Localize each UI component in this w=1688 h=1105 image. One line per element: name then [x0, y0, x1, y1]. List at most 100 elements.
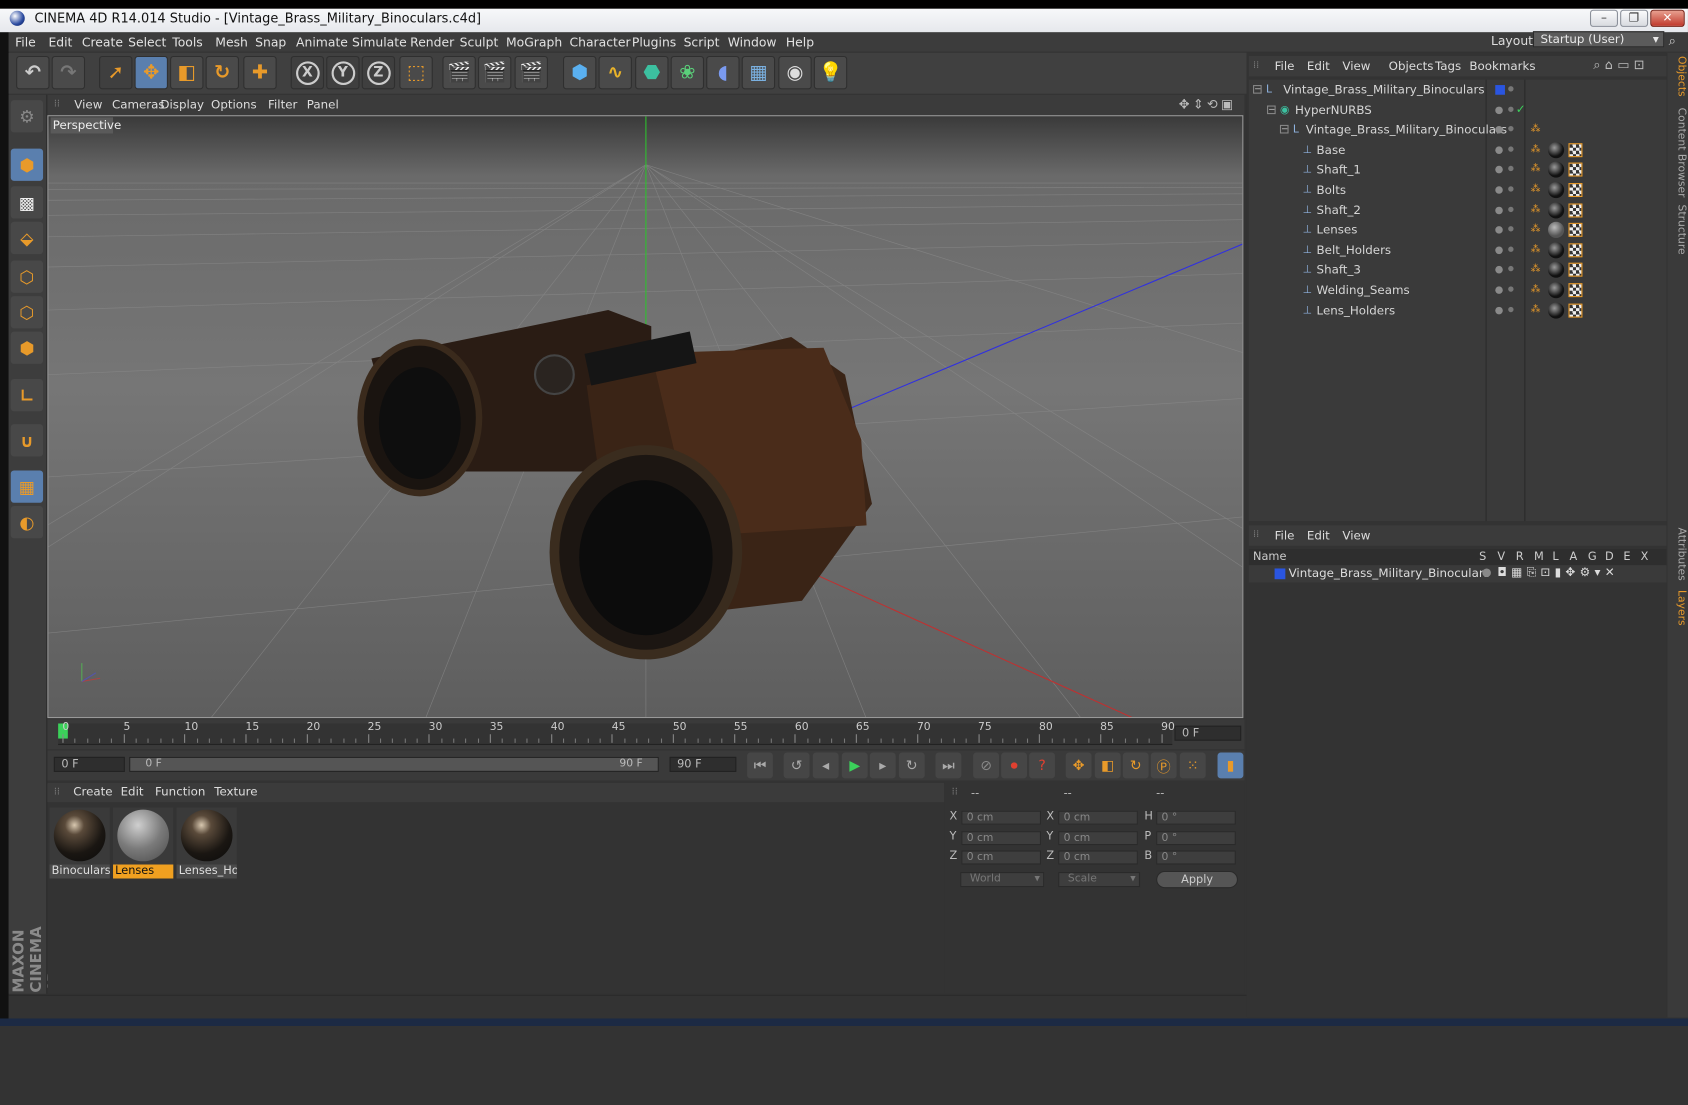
- 3d-viewport[interactable]: [47, 115, 1244, 719]
- object-row[interactable]: − L Vintage_Brass_Military_Binoculars: [1249, 81, 1665, 100]
- next-frame-button[interactable]: ▸: [869, 752, 896, 779]
- layer-column-name[interactable]: Name: [1253, 550, 1286, 563]
- material-tag-icon[interactable]: [1548, 242, 1565, 259]
- move-tool-button[interactable]: ✥: [134, 55, 168, 90]
- layer-column-d[interactable]: D: [1605, 550, 1614, 563]
- texture-mode-button[interactable]: ▩: [10, 186, 44, 219]
- render-visibility-dot[interactable]: [1508, 166, 1514, 172]
- editor-visibility-dot[interactable]: [1495, 166, 1503, 174]
- phong-tag-icon[interactable]: ⁂: [1531, 124, 1541, 135]
- recent-tool-button[interactable]: ✚: [243, 55, 277, 90]
- object-row[interactable]: ⊥ Bolts ⁂: [1249, 181, 1665, 200]
- render-visibility-dot[interactable]: [1508, 286, 1514, 292]
- record-keys-button[interactable]: ⊘: [973, 752, 999, 779]
- menu-create[interactable]: Create: [82, 34, 123, 49]
- object-menu-view[interactable]: View: [1342, 59, 1370, 73]
- phong-tag-icon[interactable]: ⁂: [1531, 144, 1541, 155]
- nurbs-button[interactable]: ⬣: [635, 55, 669, 90]
- range-slider[interactable]: 0 F 90 F: [129, 756, 659, 772]
- coord-value-field[interactable]: 0 cm: [961, 850, 1041, 865]
- rotation-key-button[interactable]: ↻: [1122, 752, 1149, 779]
- previous-key-button[interactable]: ↺: [783, 752, 810, 779]
- editor-visibility-dot[interactable]: [1495, 266, 1503, 274]
- layout-dropdown[interactable]: Startup (User) ▾: [1532, 31, 1665, 48]
- coord-value-field[interactable]: 0 cm: [961, 830, 1041, 845]
- coord-value-field[interactable]: 0 °: [1156, 810, 1236, 825]
- expand-toggle-icon[interactable]: −: [1267, 105, 1276, 114]
- object-row[interactable]: ⊥ Welding_Seams ⁂: [1249, 281, 1665, 300]
- layer-menu-file[interactable]: File: [1275, 529, 1295, 543]
- editor-visibility-dot[interactable]: [1495, 106, 1503, 114]
- tab-structure[interactable]: Structure: [1669, 205, 1687, 255]
- render-visibility-dot[interactable]: [1508, 186, 1514, 192]
- layer-column-l[interactable]: L: [1552, 550, 1558, 563]
- material-menu-function[interactable]: Function: [155, 785, 205, 799]
- coord-value-field[interactable]: 0 °: [1156, 830, 1236, 845]
- expand-toggle-icon[interactable]: −: [1279, 125, 1289, 134]
- menu-help[interactable]: Help: [786, 34, 814, 49]
- object-row[interactable]: ⊥ Shaft_3 ⁂: [1249, 261, 1665, 280]
- coordinate-space-dropdown[interactable]: World ▾: [960, 872, 1045, 888]
- uvw-tag-icon[interactable]: [1568, 142, 1583, 157]
- rotate-tool-button[interactable]: ↻: [205, 55, 239, 90]
- render-visibility-dot[interactable]: [1508, 106, 1514, 112]
- search-icon[interactable]: ⌕: [1669, 33, 1676, 49]
- tab-layers[interactable]: Layers: [1669, 590, 1687, 626]
- render-visibility-dot[interactable]: [1508, 246, 1514, 252]
- object-row[interactable]: ⊥ Lens_Holders ⁂: [1249, 301, 1665, 320]
- edges-mode-button[interactable]: ⬡: [10, 296, 44, 329]
- parameter-key-button[interactable]: Ⓟ: [1150, 752, 1177, 779]
- z-axis-button[interactable]: Z: [361, 55, 396, 90]
- maximize-button[interactable]: ❐: [1620, 9, 1649, 27]
- previous-frame-button[interactable]: ◂: [812, 752, 839, 779]
- render-settings-button[interactable]: 🎬: [514, 55, 548, 90]
- play-button[interactable]: ▶: [841, 752, 868, 779]
- material-menu-create[interactable]: Create: [73, 785, 112, 799]
- tab-objects[interactable]: Objects: [1669, 56, 1687, 97]
- layer-column-x[interactable]: X: [1641, 550, 1649, 563]
- model-mode-button[interactable]: ⬢: [10, 148, 44, 181]
- pla-key-button[interactable]: ⁙: [1179, 752, 1206, 779]
- uvw-tag-icon[interactable]: [1568, 183, 1583, 198]
- tab-content-browser[interactable]: Content Browser: [1669, 108, 1687, 198]
- make-editable-button[interactable]: ⚙: [10, 100, 44, 133]
- editor-visibility-dot[interactable]: [1495, 306, 1503, 314]
- redo-button[interactable]: ↷: [51, 55, 86, 90]
- deformer-button[interactable]: ◖: [706, 55, 740, 90]
- layer-column-g[interactable]: G: [1588, 550, 1597, 563]
- close-button[interactable]: ✕: [1650, 9, 1685, 27]
- menu-animate[interactable]: Animate: [296, 34, 348, 49]
- menu-select[interactable]: Select: [128, 34, 166, 49]
- apply-button[interactable]: Apply: [1156, 870, 1238, 889]
- coord-value-field[interactable]: 0 °: [1156, 850, 1236, 865]
- editor-visibility-dot[interactable]: [1495, 246, 1503, 254]
- scale-key-button[interactable]: ◧: [1094, 752, 1121, 779]
- live-selection-button[interactable]: ➚: [99, 55, 133, 90]
- menu-simulate[interactable]: Simulate: [352, 34, 407, 49]
- object-menu-objects[interactable]: Objects: [1389, 59, 1434, 73]
- phong-tag-icon[interactable]: ⁂: [1531, 304, 1541, 315]
- object-row[interactable]: − ◉ HyperNURBS ✓: [1249, 101, 1665, 120]
- material-tag-icon[interactable]: [1548, 161, 1565, 179]
- position-key-button[interactable]: ✥: [1065, 752, 1092, 779]
- phong-tag-icon[interactable]: ⁂: [1531, 184, 1541, 195]
- menu-character[interactable]: Character: [569, 34, 630, 49]
- material-menu-texture[interactable]: Texture: [214, 785, 257, 799]
- object-menu-edit[interactable]: Edit: [1307, 59, 1330, 73]
- layer-column-r[interactable]: R: [1516, 550, 1524, 563]
- object-row[interactable]: ⊥ Shaft_2 ⁂: [1249, 201, 1665, 220]
- go-to-start-button[interactable]: ⏮: [747, 752, 773, 779]
- enabled-check-icon[interactable]: ✓: [1516, 102, 1526, 116]
- menu-file[interactable]: File: [15, 34, 36, 49]
- x-axis-button[interactable]: X: [290, 55, 325, 90]
- editor-visibility-dot[interactable]: [1495, 206, 1503, 214]
- viewport-menu-filter[interactable]: Filter: [268, 98, 297, 112]
- coord-value-field[interactable]: 0 cm: [1058, 830, 1138, 845]
- light-button[interactable]: 💡: [813, 55, 848, 90]
- material-menu-edit[interactable]: Edit: [121, 785, 144, 799]
- uvw-tag-icon[interactable]: [1568, 303, 1583, 318]
- solo-toggle[interactable]: [1482, 568, 1491, 578]
- render-visibility-dot[interactable]: [1508, 126, 1514, 132]
- phong-tag-icon[interactable]: ⁂: [1531, 224, 1541, 235]
- viewport-nav-icons[interactable]: ✥⇕⟲▣: [1179, 97, 1237, 112]
